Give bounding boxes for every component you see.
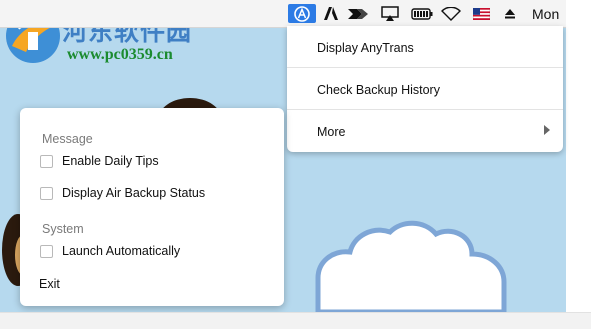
- submenu-arrow-icon: [544, 125, 550, 135]
- menu-separator: [287, 109, 563, 110]
- exit-button[interactable]: Exit: [39, 277, 60, 291]
- eject-icon[interactable]: [502, 4, 518, 23]
- anytrans-dropdown-menu: Display AnyTrans Check Backup History Mo…: [287, 26, 563, 152]
- watermark-url: www.pc0359.cn: [67, 46, 173, 63]
- menu-item-display-anytrans[interactable]: Display AnyTrans: [317, 41, 414, 55]
- option-launch-automatically[interactable]: Launch Automatically: [40, 243, 180, 259]
- bar-chart-icon[interactable]: [346, 4, 370, 23]
- checkbox[interactable]: [40, 244, 53, 258]
- checkbox[interactable]: [40, 186, 53, 200]
- airplay-icon[interactable]: [380, 4, 400, 23]
- menu-separator: [287, 67, 563, 68]
- us-flag-icon[interactable]: [472, 4, 490, 23]
- option-label: Launch Automatically: [62, 244, 181, 258]
- section-title-system: System: [42, 222, 84, 236]
- menu-item-check-backup-history[interactable]: Check Backup History: [317, 83, 440, 97]
- battery-icon[interactable]: [410, 4, 434, 23]
- section-title-message: Message: [42, 132, 93, 146]
- anytrans-icon[interactable]: [288, 4, 316, 23]
- menu-bar: Mon: [0, 0, 566, 28]
- page-bottom-strip: [0, 312, 591, 329]
- option-enable-daily-tips[interactable]: Enable Daily Tips: [40, 153, 159, 169]
- option-label: Enable Daily Tips: [62, 154, 159, 168]
- option-label: Display Air Backup Status: [62, 186, 206, 200]
- anytrans-preferences-panel: Message Enable Daily Tips Display Air Ba…: [20, 108, 284, 306]
- option-display-air-backup-status[interactable]: Display Air Backup Status: [40, 185, 205, 201]
- menu-bar-clock[interactable]: Mon: [532, 6, 559, 22]
- checkbox[interactable]: [40, 154, 53, 168]
- adobe-icon[interactable]: [322, 4, 340, 23]
- menu-item-more[interactable]: More: [317, 125, 345, 139]
- wifi-icon[interactable]: [440, 4, 462, 23]
